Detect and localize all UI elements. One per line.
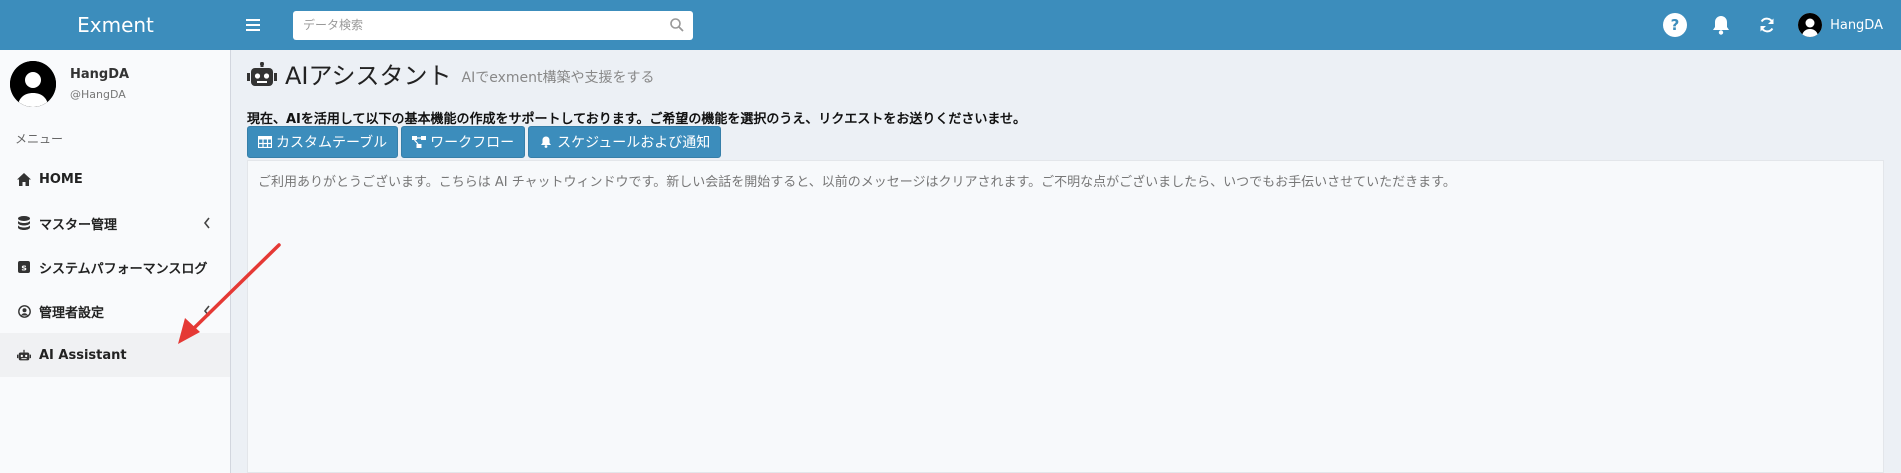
avatar	[10, 61, 56, 107]
svg-text:s: s	[21, 264, 26, 274]
log-icon: s	[17, 260, 31, 274]
hamburger-icon	[246, 19, 260, 31]
refresh-button[interactable]	[1744, 0, 1790, 50]
feature-buttons: カスタムテーブル ワークフロー スケジュールおよび通知	[247, 126, 724, 158]
help-button[interactable]: ?	[1652, 0, 1698, 50]
sidebar-item-label: 管理者設定	[39, 305, 105, 321]
sidebar-item-performance-log[interactable]: s システムパフォーマンスログ	[0, 245, 230, 289]
sidebar-item-label: AI Assistant	[39, 347, 127, 363]
user-name: HangDA	[70, 67, 130, 82]
sidebar-item-master[interactable]: マスター管理	[0, 201, 230, 245]
chat-window[interactable]: ご利用ありがとうございます。こちらは AI チャットウィンドウです。新しい会話を…	[247, 160, 1884, 473]
sidebar-item-label: システムパフォーマンスログ	[39, 261, 208, 277]
user-circle-icon	[17, 304, 31, 318]
page-description: 現在、AIを活用して以下の基本機能の作成をサポートしております。ご希望の機能を選…	[247, 112, 1027, 127]
user-handle: @HangDA	[70, 88, 126, 101]
search-box	[293, 10, 693, 40]
menu-header: メニュー	[15, 132, 64, 146]
main-content: AIアシスタント AIでexment構築や支援をする 現在、AIを活用して以下の…	[231, 50, 1901, 473]
avatar	[1798, 13, 1823, 37]
custom-table-button[interactable]: カスタムテーブル	[247, 126, 399, 158]
sidebar-item-ai-assistant[interactable]: AI Assistant	[0, 333, 230, 377]
workflow-icon	[412, 136, 427, 148]
svg-text:?: ?	[1671, 16, 1680, 34]
page-header: AIアシスタント AIでexment構築や支援をする	[247, 62, 655, 90]
sidebar-toggle-button[interactable]	[233, 0, 273, 50]
workflow-button-label: ワークフロー	[430, 135, 515, 151]
app-logo[interactable]: Exment	[0, 0, 231, 50]
sidebar-item-home[interactable]: HOME	[0, 157, 230, 201]
search-icon[interactable]	[669, 17, 685, 33]
user-panel: HangDA @HangDA	[0, 50, 230, 118]
bell-icon	[1713, 16, 1730, 35]
robot-icon	[247, 62, 277, 86]
top-navbar: Exment ? HangDA	[0, 0, 1901, 50]
search-input[interactable]	[293, 10, 693, 40]
refresh-icon	[1760, 17, 1774, 33]
robot-icon	[17, 348, 31, 362]
table-icon	[258, 136, 272, 148]
question-circle-icon: ?	[1663, 13, 1688, 37]
user-menu[interactable]: HangDA	[1790, 13, 1901, 37]
page-subtitle: AIでexment構築や支援をする	[461, 70, 655, 86]
sidebar-item-label: マスター管理	[39, 217, 118, 233]
schedule-notification-button-label: スケジュールおよび通知	[557, 135, 711, 151]
chevron-left-icon	[203, 305, 210, 317]
chat-welcome-message: ご利用ありがとうございます。こちらは AI チャットウィンドウです。新しい会話を…	[258, 175, 1456, 190]
custom-table-button-label: カスタムテーブル	[276, 135, 388, 151]
sidebar: HangDA @HangDA メニュー HOME マスター管理 s システムパフ…	[0, 50, 231, 473]
database-icon	[17, 216, 31, 230]
sidebar-item-admin-settings[interactable]: 管理者設定	[0, 289, 230, 333]
sidebar-item-label: HOME	[39, 171, 83, 187]
chevron-left-icon	[203, 217, 210, 229]
home-icon	[17, 172, 31, 186]
workflow-button[interactable]: ワークフロー	[401, 126, 526, 158]
notifications-button[interactable]	[1698, 0, 1744, 50]
page-title: AIアシスタント	[285, 62, 452, 90]
topbar-user-name: HangDA	[1830, 17, 1883, 33]
schedule-notification-button[interactable]: スケジュールおよび通知	[528, 126, 722, 158]
bell-icon	[541, 136, 552, 148]
